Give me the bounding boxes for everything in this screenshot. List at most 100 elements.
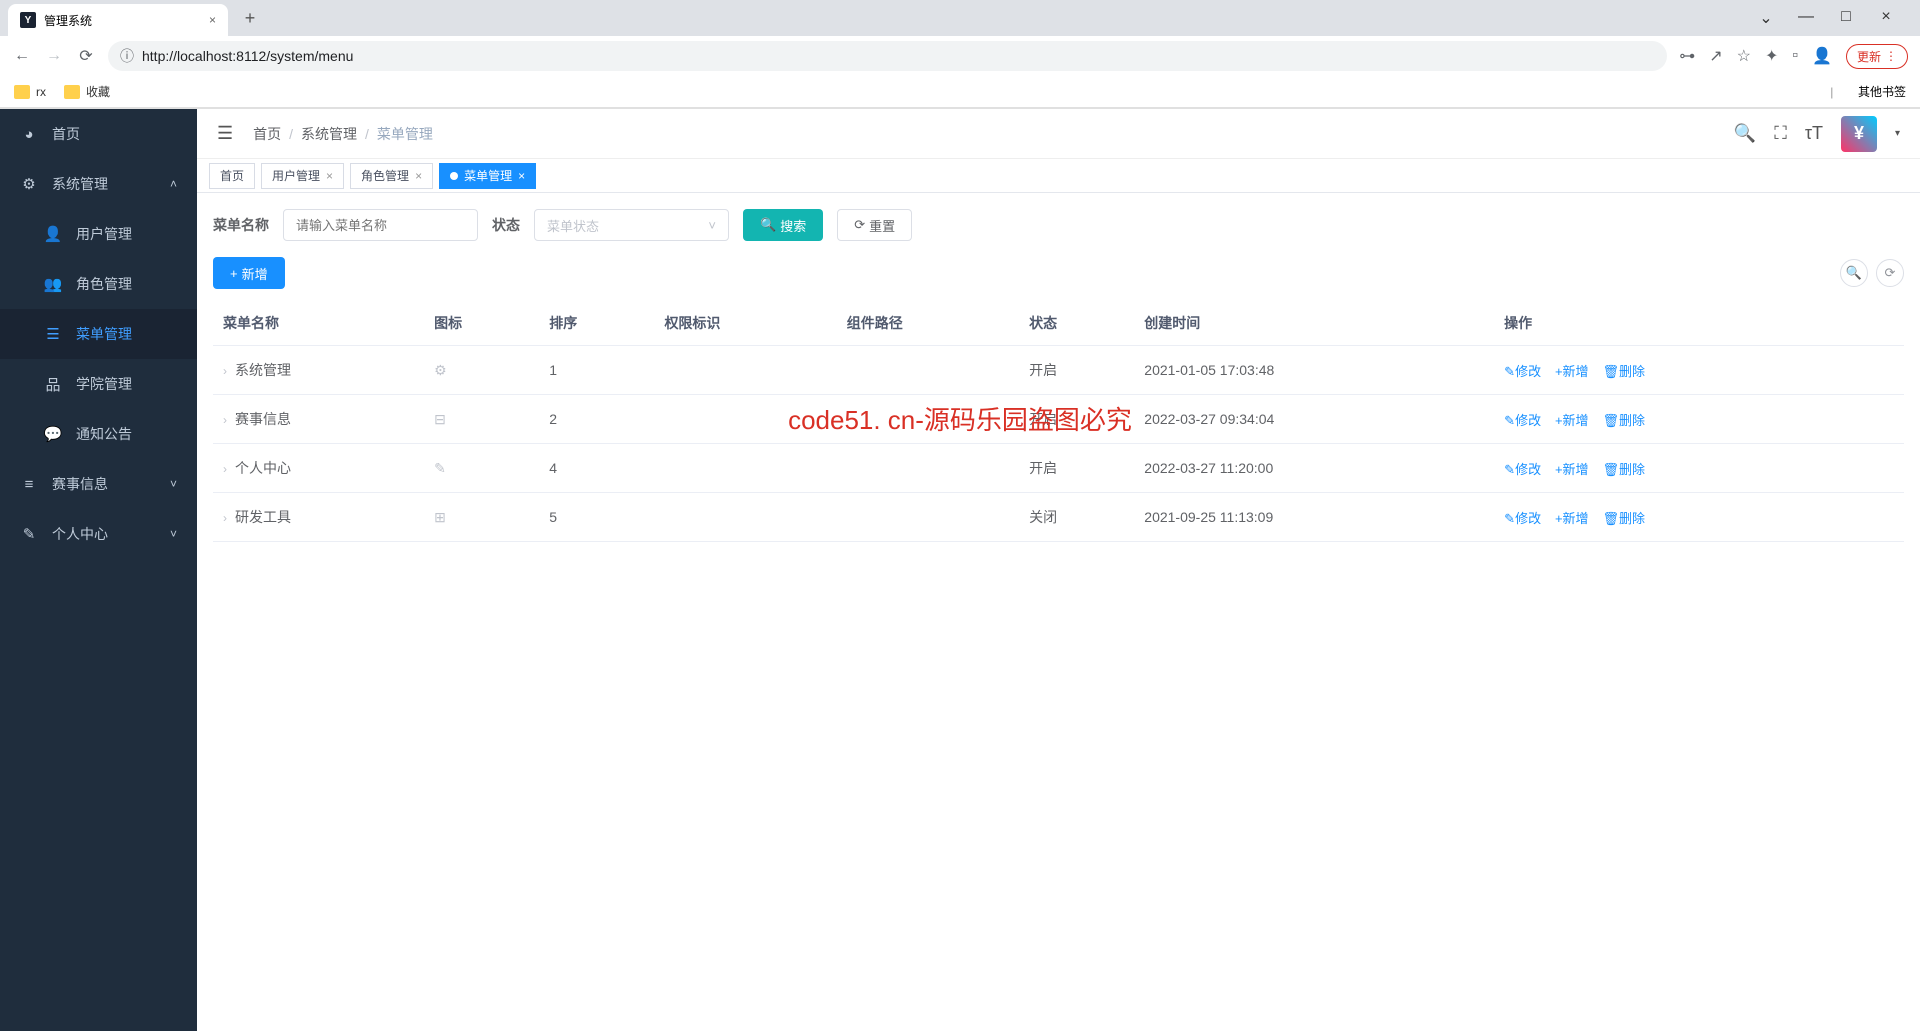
toolbar-row: + 新增 🔍 ⟳ bbox=[213, 257, 1904, 289]
window-controls: ⌄ — □ × bbox=[1752, 8, 1912, 28]
row-icon: ⊟ bbox=[434, 411, 446, 427]
extension-icon[interactable]: ✦ bbox=[1765, 46, 1778, 66]
hamburger-icon[interactable]: ☰ bbox=[217, 123, 233, 144]
close-window-icon[interactable]: × bbox=[1872, 8, 1900, 28]
profile-icon[interactable]: 👤 bbox=[1812, 46, 1832, 66]
key-icon[interactable]: ⊶ bbox=[1679, 46, 1695, 66]
topbar-right: 🔍 ⛶ τT ¥ ▾ bbox=[1734, 116, 1900, 152]
panel-icon[interactable]: ▫ bbox=[1792, 47, 1798, 65]
close-icon[interactable]: × bbox=[518, 169, 525, 183]
add-link[interactable]: +新增 bbox=[1555, 508, 1589, 527]
message-icon: 💬 bbox=[44, 425, 62, 443]
nav-bar: ← → ⟳ ⓘ http://localhost:8112/system/men… bbox=[0, 36, 1920, 76]
search-icon[interactable]: 🔍 bbox=[1734, 123, 1756, 144]
sidebar-item-system[interactable]: ⚙系统管理˄ bbox=[0, 159, 197, 209]
delete-link[interactable]: 🗑删除 bbox=[1602, 508, 1645, 527]
edit-link[interactable]: ✎修改 bbox=[1504, 410, 1541, 429]
url-bar[interactable]: ⓘ http://localhost:8112/system/menu bbox=[108, 41, 1667, 71]
content-area: 菜单名称 状态 菜单状态˅ 🔍 搜索 ⟳ 重置 + 新增 🔍 ⟳ 菜单名称 bbox=[197, 193, 1920, 1031]
edit-link[interactable]: ✎修改 bbox=[1504, 508, 1541, 527]
browser-tab[interactable]: Y 管理系统 × bbox=[8, 4, 228, 36]
tag-home[interactable]: 首页 bbox=[209, 163, 255, 189]
favicon-icon: Y bbox=[20, 12, 36, 28]
status-label: 状态 bbox=[492, 215, 520, 235]
breadcrumb-system[interactable]: 系统管理 bbox=[301, 124, 357, 144]
back-button[interactable]: ← bbox=[12, 47, 32, 65]
delete-link[interactable]: 🗑删除 bbox=[1602, 459, 1645, 478]
expand-icon[interactable]: › bbox=[223, 462, 227, 476]
breadcrumb-home[interactable]: 首页 bbox=[253, 124, 281, 144]
add-link[interactable]: +新增 bbox=[1555, 361, 1589, 380]
reset-button[interactable]: ⟳ 重置 bbox=[837, 209, 912, 241]
topbar: ☰ 首页 / 系统管理 / 菜单管理 🔍 ⛶ τT ¥ ▾ bbox=[197, 109, 1920, 159]
table-row: ›系统管理 ⚙ 1 开启 2021-01-05 17:03:48 ✎修改 +新增… bbox=[213, 346, 1904, 395]
row-icon: ⊞ bbox=[434, 509, 446, 525]
sidebar-item-profile[interactable]: ✎个人中心˅ bbox=[0, 509, 197, 559]
sidebar-item-users[interactable]: 👤用户管理 bbox=[0, 209, 197, 259]
bookmark-rx[interactable]: rx bbox=[14, 85, 46, 99]
bookmark-fav[interactable]: 收藏 bbox=[64, 83, 110, 100]
user-icon: 👤 bbox=[44, 225, 62, 243]
expand-icon[interactable]: › bbox=[223, 364, 227, 378]
share-icon[interactable]: ↗ bbox=[1709, 46, 1722, 66]
add-button[interactable]: + 新增 bbox=[213, 257, 285, 289]
chevron-down-icon: ˅ bbox=[170, 477, 177, 491]
chevron-up-icon: ˄ bbox=[170, 177, 177, 191]
refresh-button[interactable]: ⟳ bbox=[1876, 259, 1904, 287]
people-icon: 👥 bbox=[44, 275, 62, 293]
org-icon: 品 bbox=[44, 374, 62, 395]
other-bookmarks[interactable]: | 其他书签 bbox=[1830, 83, 1906, 100]
app-container: ◕首页 ⚙系统管理˄ 👤用户管理 👥角色管理 ☰菜单管理 品学院管理 💬通知公告… bbox=[0, 109, 1920, 1031]
tab-close-icon[interactable]: × bbox=[209, 13, 216, 27]
name-label: 菜单名称 bbox=[213, 215, 269, 235]
minimize-icon[interactable]: — bbox=[1792, 8, 1820, 28]
tag-users[interactable]: 用户管理× bbox=[261, 163, 344, 189]
expand-icon[interactable]: › bbox=[223, 413, 227, 427]
name-input[interactable] bbox=[283, 209, 478, 241]
forward-button[interactable]: → bbox=[44, 47, 64, 65]
tag-bar: 首页 用户管理× 角色管理× 菜单管理× bbox=[197, 159, 1920, 193]
url-text: http://localhost:8112/system/menu bbox=[142, 48, 353, 64]
delete-link[interactable]: 🗑删除 bbox=[1602, 410, 1645, 429]
tab-title: 管理系统 bbox=[44, 12, 92, 29]
search-toggle-button[interactable]: 🔍 bbox=[1840, 259, 1868, 287]
star-icon[interactable]: ☆ bbox=[1737, 46, 1751, 66]
sidebar-item-college[interactable]: 品学院管理 bbox=[0, 359, 197, 409]
sidebar-item-roles[interactable]: 👥角色管理 bbox=[0, 259, 197, 309]
edit-link[interactable]: ✎修改 bbox=[1504, 361, 1541, 380]
main-area: ☰ 首页 / 系统管理 / 菜单管理 🔍 ⛶ τT ¥ ▾ 首页 用户管理× 角… bbox=[197, 109, 1920, 1031]
close-icon[interactable]: × bbox=[415, 169, 422, 183]
reload-button[interactable]: ⟳ bbox=[76, 46, 96, 66]
browser-chrome: Y 管理系统 × + ⌄ — □ × ← → ⟳ ⓘ http://localh… bbox=[0, 0, 1920, 109]
close-icon[interactable]: × bbox=[326, 169, 333, 183]
table-row: ›赛事信息 ⊟ 2 开启 2022-03-27 09:34:04 ✎修改 +新增… bbox=[213, 395, 1904, 444]
list-icon: ☰ bbox=[44, 325, 62, 343]
new-tab-button[interactable]: + bbox=[236, 8, 264, 29]
update-button[interactable]: 更新 ⋮ bbox=[1846, 44, 1908, 69]
search-row: 菜单名称 状态 菜单状态˅ 🔍 搜索 ⟳ 重置 bbox=[213, 209, 1904, 241]
add-link[interactable]: +新增 bbox=[1555, 410, 1589, 429]
fullscreen-icon[interactable]: ⛶ bbox=[1774, 123, 1787, 144]
sidebar-item-menu[interactable]: ☰菜单管理 bbox=[0, 309, 197, 359]
sidebar-item-notice[interactable]: 💬通知公告 bbox=[0, 409, 197, 459]
tag-menu[interactable]: 菜单管理× bbox=[439, 163, 536, 189]
add-link[interactable]: +新增 bbox=[1555, 459, 1589, 478]
chevron-down-icon: ˅ bbox=[170, 527, 177, 541]
edit-link[interactable]: ✎修改 bbox=[1504, 459, 1541, 478]
font-size-icon[interactable]: τT bbox=[1805, 123, 1823, 144]
maximize-icon[interactable]: □ bbox=[1832, 8, 1860, 28]
search-button[interactable]: 🔍 搜索 bbox=[743, 209, 823, 241]
dropdown-icon[interactable]: ⌄ bbox=[1752, 8, 1780, 28]
dropdown-icon[interactable]: ▾ bbox=[1895, 128, 1900, 139]
status-select[interactable]: 菜单状态˅ bbox=[534, 209, 729, 241]
sidebar-item-home[interactable]: ◕首页 bbox=[0, 109, 197, 159]
sidebar-item-contest[interactable]: ≡赛事信息˅ bbox=[0, 459, 197, 509]
nav-right: ⊶ ↗ ☆ ✦ ▫ 👤 更新 ⋮ bbox=[1679, 44, 1908, 69]
info-icon: ⓘ bbox=[120, 46, 134, 66]
expand-icon[interactable]: › bbox=[223, 511, 227, 525]
table-row: ›研发工具 ⊞ 5 关闭 2021-09-25 11:13:09 ✎修改 +新增… bbox=[213, 493, 1904, 542]
delete-link[interactable]: 🗑删除 bbox=[1602, 361, 1645, 380]
tag-roles[interactable]: 角色管理× bbox=[350, 163, 433, 189]
dashboard-icon: ◕ bbox=[20, 126, 38, 143]
avatar[interactable]: ¥ bbox=[1841, 116, 1877, 152]
